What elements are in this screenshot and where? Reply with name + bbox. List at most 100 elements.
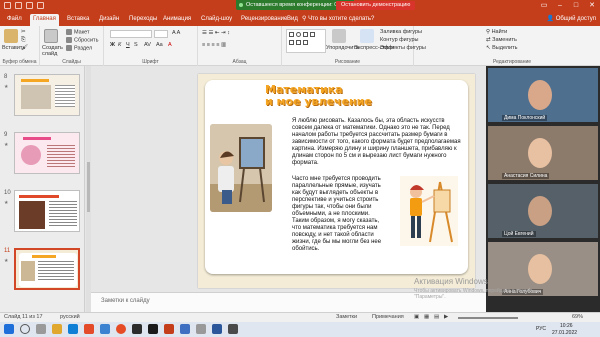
app2-icon[interactable] (228, 324, 238, 334)
sorter-view-icon[interactable]: ▦ (424, 314, 429, 320)
painting-photo[interactable] (210, 124, 272, 212)
cut-button[interactable]: ✂ (21, 29, 26, 35)
font-name-box[interactable] (110, 30, 152, 38)
arrow-shape-icon[interactable] (310, 32, 315, 37)
shape-effects-button[interactable]: Эффекты фигуры (380, 45, 426, 51)
yandex-icon[interactable] (84, 324, 94, 334)
notes-toggle[interactable]: Заметки (336, 314, 357, 320)
zoom-slider[interactable] (458, 317, 518, 319)
shapes-gallery[interactable] (286, 29, 326, 53)
scroll-thumb[interactable] (87, 162, 90, 212)
maximize-icon[interactable]: □ (568, 0, 584, 12)
slide-thumbnail-8[interactable] (14, 74, 80, 116)
shape-fill-label: Заливка фигуры (380, 29, 423, 35)
clock-time[interactable]: 10:26 (560, 323, 573, 329)
undo-icon[interactable] (15, 2, 22, 9)
close-icon[interactable]: ✕ (584, 0, 600, 12)
share-button[interactable]: 👤 Общий доступ (547, 14, 596, 25)
zoom-app-icon[interactable] (180, 324, 190, 334)
powerpoint-icon[interactable] (164, 324, 174, 334)
font-size-box[interactable] (154, 30, 168, 38)
input-language[interactable]: РУС (536, 326, 546, 332)
tab-design[interactable]: Дизайн (96, 14, 122, 26)
stop-demo-button[interactable]: Остановить демонстрацию (336, 1, 416, 10)
zoom-level[interactable]: 69% (572, 314, 583, 320)
participant-tile[interactable]: Дима Поклонский (488, 68, 598, 122)
artist-clipart[interactable] (400, 176, 458, 246)
line-shape-icon[interactable] (303, 32, 308, 37)
player-icon[interactable] (148, 324, 158, 334)
underline-button[interactable]: Ч (126, 42, 130, 48)
chrome-icon[interactable] (116, 324, 126, 334)
star-shape-icon[interactable] (296, 40, 301, 45)
tab-file[interactable]: Файл (4, 14, 25, 26)
find-button[interactable]: ⚲ Найти (486, 29, 507, 35)
minimize-icon[interactable]: – (552, 0, 568, 12)
word-icon[interactable] (212, 324, 222, 334)
format-painter-button[interactable]: 🖌 (21, 45, 28, 51)
new-slide-icon[interactable] (44, 29, 58, 43)
triangle-shape-icon[interactable] (289, 40, 294, 45)
slide-thumbnail-11[interactable] (14, 248, 80, 290)
oval-shape-icon[interactable] (296, 32, 301, 37)
bold-button[interactable]: Ж (110, 42, 115, 48)
paste-icon[interactable] (4, 29, 18, 43)
copy-button[interactable]: ⎘ (21, 37, 25, 44)
thumb-number: 8 (4, 74, 8, 80)
slide-thumbnail-10[interactable] (14, 190, 80, 232)
tab-review[interactable]: Рецензирование (238, 14, 290, 26)
current-slide[interactable]: Математика и мое увлечение Я люблю рисов… (198, 74, 475, 288)
new-slide-button[interactable]: Создать слайд (42, 45, 66, 57)
section-button[interactable]: Раздел (66, 45, 92, 51)
search-icon[interactable] (20, 324, 30, 334)
shape-outline-button[interactable]: Контур фигуры (380, 37, 418, 43)
slide-thumbnail-9[interactable] (14, 132, 80, 174)
save-icon[interactable] (4, 2, 11, 9)
slideshow-view-icon[interactable]: ▶ (444, 314, 448, 320)
explorer-icon[interactable] (52, 324, 62, 334)
opera-icon[interactable] (100, 324, 110, 334)
tab-insert[interactable]: Вставка (64, 14, 92, 26)
replace-button[interactable]: ⇄ Заменить (486, 37, 517, 43)
edge-icon[interactable] (68, 324, 78, 334)
brace-shape-icon[interactable] (303, 40, 308, 45)
italic-button[interactable]: К (118, 42, 121, 48)
layout-button[interactable]: Макет (66, 29, 90, 35)
slideshow-start-icon[interactable] (37, 2, 44, 9)
tell-me-search[interactable]: ⚲ Что вы хотите сделать? (302, 14, 374, 25)
shape-fill-button[interactable]: Заливка фигуры (380, 29, 422, 35)
app-icon[interactable] (196, 324, 206, 334)
rectangle-shape-icon[interactable] (289, 32, 294, 37)
reading-view-icon[interactable]: ▤ (434, 314, 439, 320)
strike-button[interactable]: S (134, 42, 138, 48)
spacing-button[interactable]: AV (144, 42, 151, 48)
ribbon-options-icon[interactable]: ▭ (536, 0, 552, 12)
slide-title-line2[interactable]: и мое увлечение (265, 96, 405, 108)
quick-styles-icon[interactable] (360, 29, 374, 43)
tab-animations[interactable]: Анимация (160, 14, 194, 26)
arrange-icon[interactable] (332, 29, 346, 43)
comments-toggle[interactable]: Примечания (372, 314, 404, 320)
bullets-button[interactable]: ☰ ☰ ⇤ ⇥ ↕ (202, 30, 230, 36)
align-buttons[interactable]: ≡ ≡ ≡ ≡ ▥ (202, 42, 226, 48)
case-button[interactable]: Aa (156, 42, 163, 48)
reset-button[interactable]: Сбросить (66, 37, 98, 43)
tab-slideshow[interactable]: Слайд-шоу (198, 14, 235, 26)
select-button[interactable]: ↖ Выделить (486, 45, 518, 51)
tab-transitions[interactable]: Переходы (126, 14, 160, 26)
tab-view[interactable]: Вид (284, 14, 301, 26)
start-icon[interactable] (4, 324, 14, 334)
clock-date[interactable]: 27.01.2022 (552, 330, 577, 336)
participant-tile[interactable]: Цой Евгений (488, 184, 598, 238)
slide-paragraph-2[interactable]: Часто мне требуется проводить параллельн… (292, 176, 384, 253)
slide-paragraph-1[interactable]: Я люблю рисовать. Казалось бы, эта облас… (292, 118, 462, 167)
font-color-button[interactable]: A (168, 42, 172, 48)
participant-tile[interactable]: Анастасия Силина (488, 126, 598, 180)
normal-view-icon[interactable]: ▣ (414, 314, 419, 320)
redo-icon[interactable] (26, 2, 33, 9)
language-status[interactable]: русский (60, 314, 80, 320)
grow-font-button[interactable]: A A (172, 30, 180, 36)
media-icon[interactable] (132, 324, 142, 334)
tab-home[interactable]: Главная (30, 14, 59, 26)
task-view-icon[interactable] (36, 324, 46, 334)
